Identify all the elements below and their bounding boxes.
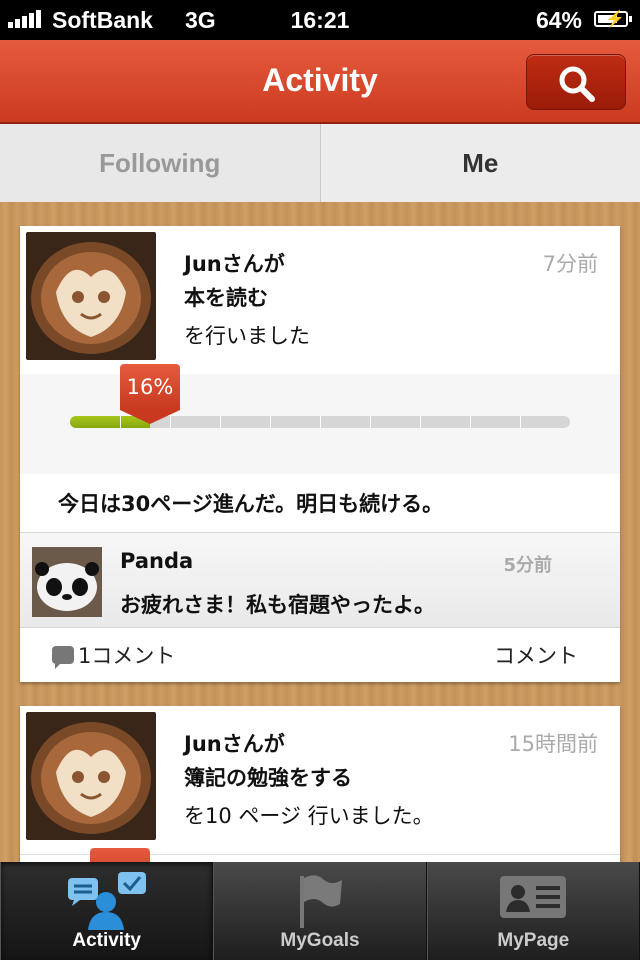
feed-segmented-control: Following Me <box>0 124 640 203</box>
tab-activity[interactable]: Activity <box>0 862 214 960</box>
activity-card[interactable]: Junさんが 本を読む を行いました 7分前 16% 今日は30ページ進んだ。明… <box>20 226 620 682</box>
avatar[interactable] <box>26 712 156 840</box>
tab-label: MyGoals <box>280 930 360 951</box>
activity-goal[interactable]: 簿記の勉強をする <box>184 762 352 792</box>
add-comment-button[interactable]: コメント <box>494 640 578 670</box>
comment-bubble-icon <box>52 646 74 669</box>
comment-item[interactable]: Panda 5分前 お疲れさま！私も宿題やったよ。 <box>20 532 620 628</box>
activity-time: 7分前 <box>542 252 598 276</box>
comment-time: 5分前 <box>503 555 552 576</box>
battery-icon: ⚡ <box>594 11 632 28</box>
search-button[interactable] <box>526 54 626 110</box>
activity-description: を10 ページ 行いました。 <box>184 804 434 828</box>
comment-count-label: 1コメント <box>78 644 176 668</box>
activity-time: 15時間前 <box>508 732 598 756</box>
progress-marker: 16% <box>120 364 180 426</box>
activity-note: 今日は30ページ進んだ。明日も続ける。 <box>58 492 444 516</box>
activity-feed[interactable]: Junさんが 本を読む を行いました 7分前 16% 今日は30ページ進んだ。明… <box>0 202 640 906</box>
navigation-bar: Activity <box>0 40 640 124</box>
activity-user: Junさんが <box>184 252 285 276</box>
comment-count[interactable]: 1コメント <box>52 640 175 670</box>
status-bar: SoftBank 3G 16:21 64% ⚡ <box>0 0 640 40</box>
activity-description: を行いました <box>184 324 310 348</box>
profile-card-icon <box>498 872 568 926</box>
commenter-name[interactable]: Panda <box>120 549 193 573</box>
tab-me[interactable]: Me <box>320 124 640 202</box>
activity-goal[interactable]: 本を読む <box>184 282 268 312</box>
tab-following[interactable]: Following <box>0 124 321 202</box>
activity-people-icon <box>62 872 152 934</box>
battery-percent: 64% <box>535 7 582 33</box>
comment-text: お疲れさま！私も宿題やったよ。 <box>120 593 435 617</box>
avatar[interactable] <box>26 232 156 360</box>
activity-user: Junさんが <box>184 732 285 756</box>
tab-label: MyPage <box>497 930 570 951</box>
tab-bar: Activity MyGoals MyPage <box>0 862 640 960</box>
search-icon <box>559 66 595 102</box>
progress-section: 16% <box>20 364 620 474</box>
commenter-avatar[interactable] <box>32 547 102 617</box>
tab-label: Activity <box>72 930 141 951</box>
card-footer: 1コメント コメント <box>20 630 620 680</box>
flag-icon <box>292 872 348 934</box>
tab-mypage[interactable]: MyPage <box>426 862 640 960</box>
progress-percent: 16% <box>120 364 180 410</box>
tab-mygoals[interactable]: MyGoals <box>213 862 427 960</box>
